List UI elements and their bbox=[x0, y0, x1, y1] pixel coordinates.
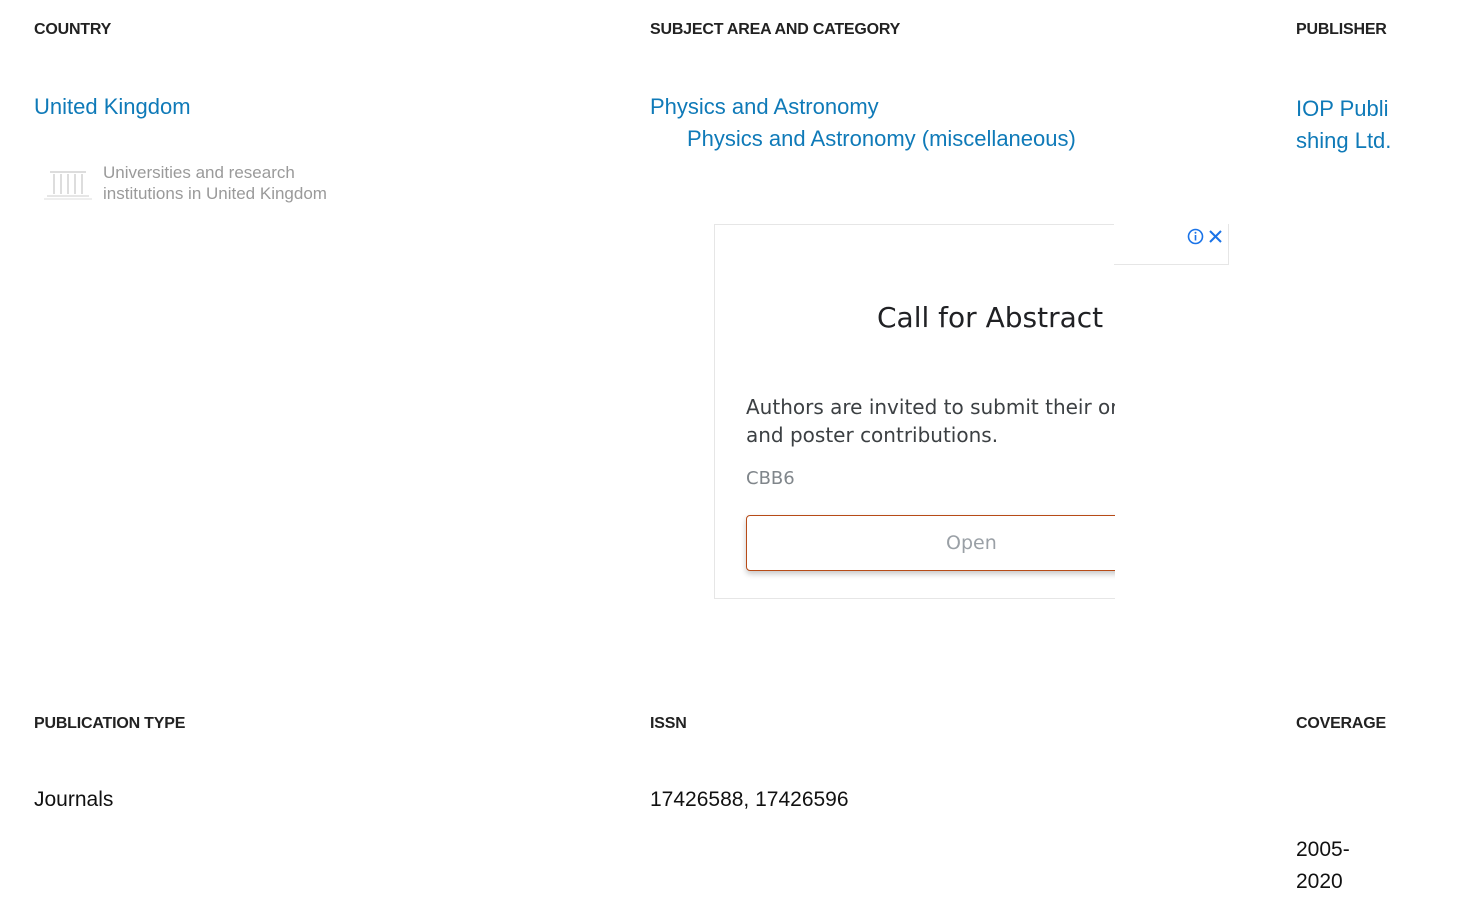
publication-type-value: Journals bbox=[34, 788, 114, 811]
issn-value: 17426588, 17426596 bbox=[650, 788, 849, 811]
coverage-heading: COVERAGE bbox=[1296, 715, 1386, 732]
institution-icon bbox=[44, 171, 92, 200]
ad-title[interactable]: Call for Abstract bbox=[877, 301, 1103, 334]
country-link[interactable]: United Kingdom bbox=[34, 94, 191, 120]
publisher-heading: PUBLISHER bbox=[1296, 21, 1387, 38]
ad-choices-panel bbox=[1114, 224, 1229, 265]
publisher-link[interactable]: IOP Publishing Ltd. bbox=[1296, 93, 1396, 157]
ad-body-text[interactable]: Authors are invited to submit their oral… bbox=[746, 393, 1115, 449]
ad-advertiser[interactable]: CBB6 bbox=[746, 468, 795, 489]
issn-heading: ISSN bbox=[650, 715, 687, 732]
ad-open-button-label: Open bbox=[946, 532, 997, 554]
subject-area-heading: SUBJECT AREA AND CATEGORY bbox=[650, 21, 901, 38]
coverage-value: 2005-2020 bbox=[1296, 838, 1350, 893]
country-heading: COUNTRY bbox=[34, 21, 112, 38]
subject-category-link[interactable]: Physics and Astronomy (miscellaneous) bbox=[687, 126, 1076, 152]
subject-area-link[interactable]: Physics and Astronomy bbox=[650, 94, 879, 120]
close-icon[interactable] bbox=[1207, 228, 1224, 245]
ad-open-button[interactable]: Open bbox=[746, 515, 1115, 571]
institutions-link-label: Universities and research institutions i… bbox=[103, 163, 327, 203]
ad-banner[interactable]: Call for Abstract Authors are invited to… bbox=[714, 224, 1115, 599]
institutions-link[interactable]: Universities and research institutions i… bbox=[44, 162, 348, 204]
publication-type-heading: PUBLICATION TYPE bbox=[34, 715, 186, 732]
info-icon[interactable] bbox=[1187, 228, 1204, 245]
